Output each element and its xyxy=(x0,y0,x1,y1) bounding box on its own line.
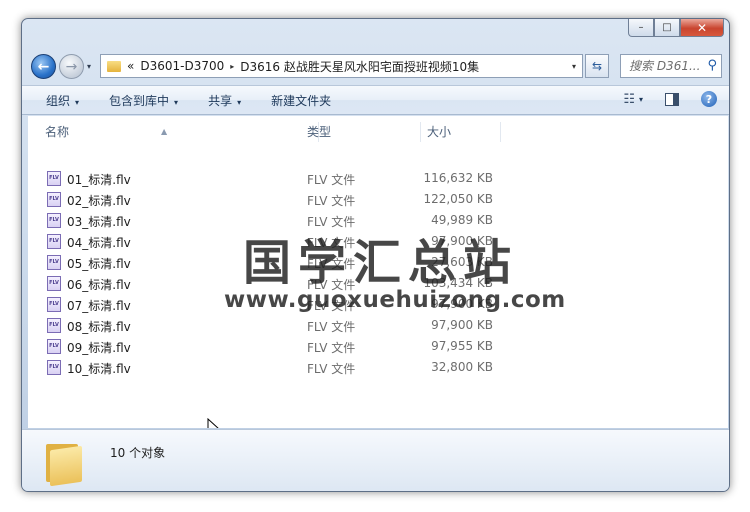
address-dropdown-icon[interactable]: ▾ xyxy=(572,62,576,71)
organize-menu[interactable]: 组织 ▾ xyxy=(46,92,79,109)
flv-file-icon: FLV xyxy=(47,318,61,333)
file-type: FLV 文件 xyxy=(307,320,356,334)
file-type: FLV 文件 xyxy=(307,341,356,355)
maximize-button[interactable]: □ xyxy=(654,19,680,37)
column-size-label: 大小 xyxy=(427,125,452,139)
file-name: 02_标清.flv xyxy=(67,194,131,208)
file-size: 32,800 KB xyxy=(431,360,493,374)
file-list: 名称 ▲ 类型 大小 FLV 01_标清.flv FLV 文件 116,632 … xyxy=(28,116,728,428)
flv-file-icon: FLV xyxy=(47,339,61,354)
recent-pages-dropdown[interactable]: ▾ xyxy=(87,62,91,71)
details-pane: 10 个对象 xyxy=(22,429,729,491)
new-folder-label: 新建文件夹 xyxy=(271,93,332,108)
file-name: 07_标清.flv xyxy=(67,299,131,313)
preview-pane-icon[interactable] xyxy=(665,92,679,106)
flv-file-icon: FLV xyxy=(47,171,61,186)
explorer-window: – □ ✕ ← → ▾ « D3601-D3700 ▸ D3616 赵战胜天星风… xyxy=(21,18,730,492)
window-controls: – □ ✕ xyxy=(628,19,724,37)
include-in-library-menu[interactable]: 包含到库中 ▾ xyxy=(109,92,178,109)
column-header-name[interactable]: 名称 ▲ xyxy=(28,122,319,142)
column-header-type[interactable]: 类型 xyxy=(307,122,421,142)
file-size: 116,632 KB xyxy=(423,171,493,185)
new-folder-button[interactable]: 新建文件夹 xyxy=(271,92,331,109)
arrow-right-icon: → xyxy=(65,58,78,75)
file-size: 97,955 KB xyxy=(431,339,493,353)
flv-file-icon: FLV xyxy=(47,234,61,249)
file-name: 03_标清.flv xyxy=(67,215,131,229)
view-options-icon[interactable]: ☷ xyxy=(623,92,635,107)
watermark-url: www.guoxuehuizong.com xyxy=(224,287,566,313)
breadcrumb-current[interactable]: D3616 赵战胜天星风水阳宅面授班视频10集 xyxy=(240,58,479,75)
folder-icon xyxy=(107,60,121,72)
file-name: 04_标清.flv xyxy=(67,236,131,250)
minimize-button[interactable]: – xyxy=(628,19,654,37)
folder-icon xyxy=(44,438,84,487)
command-bar: 组织 ▾ 包含到库中 ▾ 共享 ▾ 新建文件夹 ☷ ▾ ? xyxy=(22,85,729,115)
share-menu[interactable]: 共享 ▾ xyxy=(208,92,241,109)
file-size: 97,900 KB xyxy=(431,318,493,332)
file-name: 06_标清.flv xyxy=(67,278,131,292)
organize-label: 组织 xyxy=(46,93,71,108)
share-label: 共享 xyxy=(208,93,233,108)
flv-file-icon: FLV xyxy=(47,192,61,207)
file-name: 09_标清.flv xyxy=(67,341,131,355)
breadcrumb-separator-icon[interactable]: ▸ xyxy=(230,62,234,71)
back-button[interactable]: ← xyxy=(31,54,56,79)
chevron-down-icon: ▾ xyxy=(75,97,80,107)
flv-file-icon: FLV xyxy=(47,297,61,312)
flv-file-icon: FLV xyxy=(47,276,61,291)
view-controls: ☷ ▾ ? xyxy=(623,91,717,107)
address-bar[interactable]: « D3601-D3700 ▸ D3616 赵战胜天星风水阳宅面授班视频10集 … xyxy=(100,54,583,78)
flv-file-icon: FLV xyxy=(47,255,61,270)
file-size: 122,050 KB xyxy=(423,192,493,206)
flv-file-icon: FLV xyxy=(47,360,61,375)
chevron-down-icon: ▾ xyxy=(237,97,242,107)
breadcrumb-overflow[interactable]: « xyxy=(127,59,134,73)
search-box[interactable]: ⚲ xyxy=(620,54,722,78)
file-name: 10_标清.flv xyxy=(67,362,131,376)
breadcrumb-parent[interactable]: D3601-D3700 xyxy=(140,59,224,73)
item-count: 10 个对象 xyxy=(110,446,166,460)
sort-ascending-icon: ▲ xyxy=(161,127,168,136)
file-name: 05_标清.flv xyxy=(67,257,131,271)
mouse-cursor-icon xyxy=(207,418,219,428)
table-row[interactable]: FLV 02_标清.flv FLV 文件 122,050 KB xyxy=(28,189,728,210)
column-header-size[interactable]: 大小 xyxy=(427,122,501,142)
file-name: 08_标清.flv xyxy=(67,320,131,334)
table-row[interactable]: FLV 10_标清.flv FLV 文件 32,800 KB xyxy=(28,357,728,378)
column-type-label: 类型 xyxy=(307,125,332,139)
file-type: FLV 文件 xyxy=(307,173,356,187)
arrow-left-icon: ← xyxy=(37,58,50,75)
search-icon[interactable]: ⚲ xyxy=(707,58,717,73)
file-type: FLV 文件 xyxy=(307,362,356,376)
table-row[interactable]: FLV 01_标清.flv FLV 文件 116,632 KB xyxy=(28,168,728,189)
refresh-button[interactable]: ⇆ xyxy=(585,54,609,78)
watermark-chinese: 国学汇总站 xyxy=(243,235,519,291)
file-type: FLV 文件 xyxy=(307,194,356,208)
file-name: 01_标清.flv xyxy=(67,173,131,187)
flv-file-icon: FLV xyxy=(47,213,61,228)
table-row[interactable]: FLV 09_标清.flv FLV 文件 97,955 KB xyxy=(28,336,728,357)
column-name-label: 名称 xyxy=(45,125,70,139)
table-row[interactable]: FLV 08_标清.flv FLV 文件 97,900 KB xyxy=(28,315,728,336)
close-button[interactable]: ✕ xyxy=(680,19,724,37)
help-icon[interactable]: ? xyxy=(701,91,717,107)
chevron-down-icon: ▾ xyxy=(174,97,179,107)
include-in-library-label: 包含到库中 xyxy=(109,93,170,108)
forward-button[interactable]: → xyxy=(59,54,84,79)
search-input[interactable] xyxy=(627,58,703,74)
view-dropdown-icon[interactable]: ▾ xyxy=(639,95,643,104)
refresh-icon: ⇆ xyxy=(591,59,603,73)
